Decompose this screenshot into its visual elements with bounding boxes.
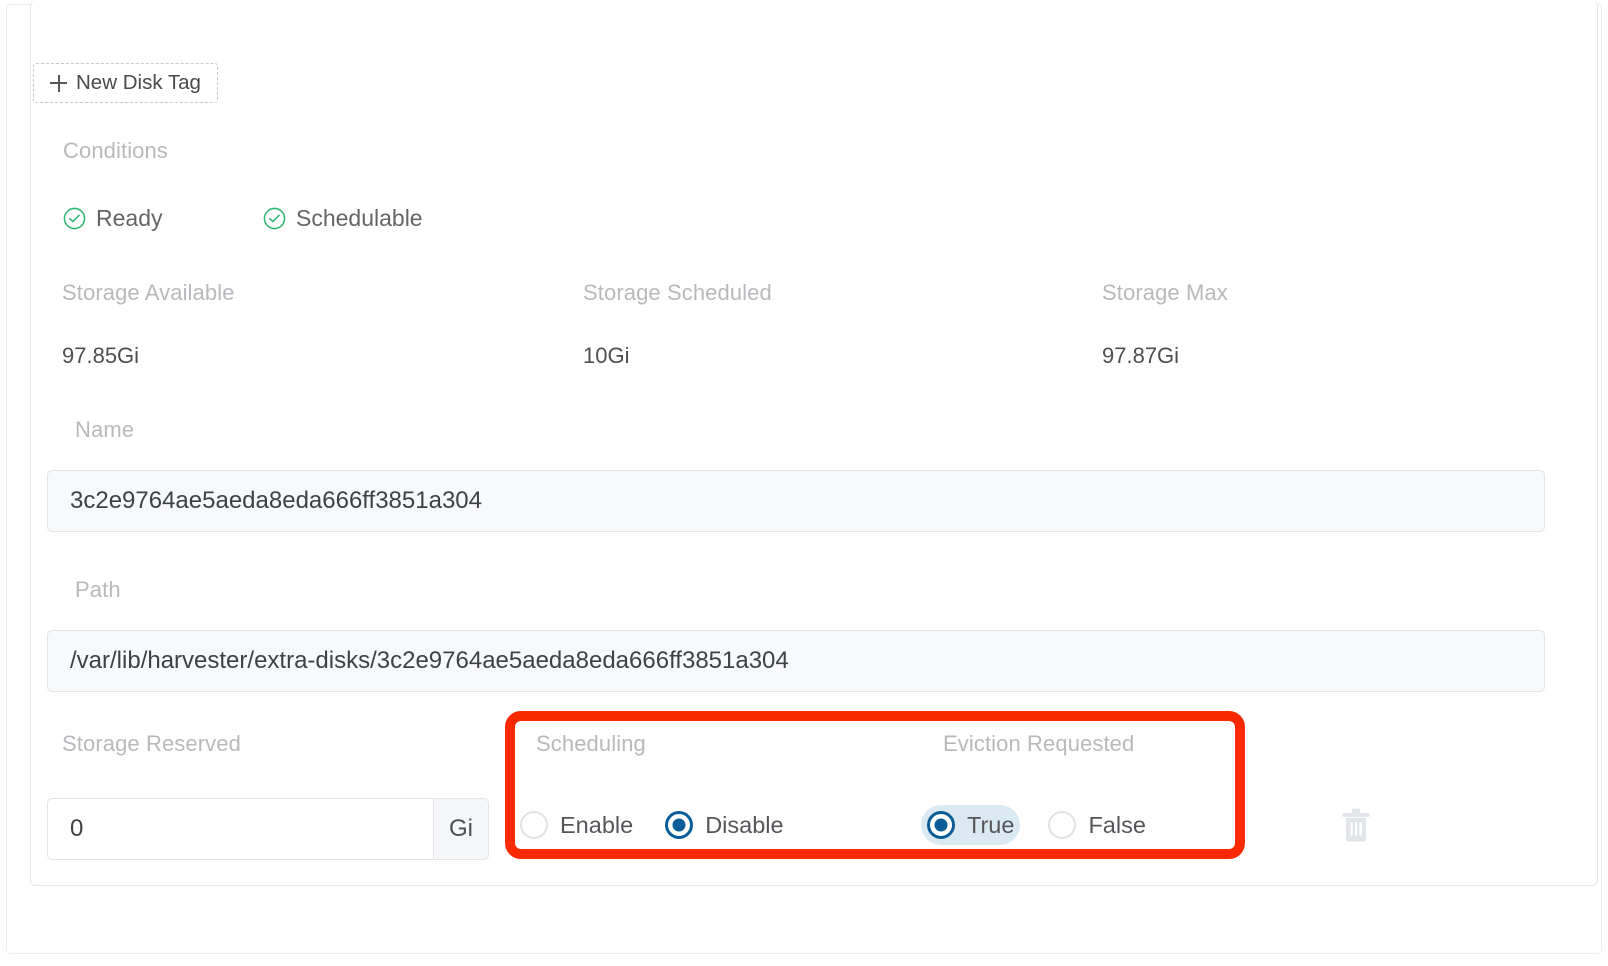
disk-panel xyxy=(30,0,1598,886)
storage-scheduled-label: Storage Scheduled xyxy=(583,280,772,305)
eviction-option-false[interactable]: False xyxy=(1042,805,1151,845)
path-field-label: Path xyxy=(75,577,121,602)
name-field-label: Name xyxy=(75,417,135,442)
storage-reserved-input[interactable]: 0 xyxy=(47,798,433,860)
check-circle-icon xyxy=(63,207,86,230)
radio-icon-selected xyxy=(927,811,955,839)
plus-icon xyxy=(50,74,67,92)
radio-icon-selected xyxy=(665,811,694,839)
condition-label: Schedulable xyxy=(296,205,423,231)
storage-max-label: Storage Max xyxy=(1102,280,1228,305)
condition-ready: Ready xyxy=(63,205,162,232)
storage-reserved-label: Storage Reserved xyxy=(62,731,241,756)
radio-icon xyxy=(520,811,548,839)
disk-detail-page: New Disk Tag Conditions Ready Schedulabl… xyxy=(0,0,1608,966)
eviction-requested-label: Eviction Requested xyxy=(943,731,1135,756)
storage-reserved-group: 0 Gi xyxy=(47,798,489,860)
storage-available-label: Storage Available xyxy=(62,280,235,305)
condition-schedulable: Schedulable xyxy=(263,205,423,232)
scheduling-radio-group: Enable Disable xyxy=(514,805,790,845)
scheduling-option-label: Disable xyxy=(705,811,784,838)
storage-max-value: 97.87Gi xyxy=(1102,343,1180,368)
scheduling-option-disable[interactable]: Disable xyxy=(659,805,789,845)
scheduling-option-enable[interactable]: Enable xyxy=(514,805,639,845)
eviction-option-label: False xyxy=(1088,811,1146,838)
radio-icon xyxy=(1048,811,1077,839)
storage-reserved-unit: Gi xyxy=(433,798,489,860)
delete-disk-button[interactable] xyxy=(1338,806,1374,846)
new-disk-tag-label: New Disk Tag xyxy=(76,71,201,94)
eviction-requested-radio-group: True False xyxy=(921,805,1152,845)
storage-available-value: 97.85Gi xyxy=(62,343,140,368)
scheduling-option-label: Enable xyxy=(560,811,634,838)
trash-icon xyxy=(1342,808,1370,842)
eviction-option-label: True xyxy=(967,811,1015,838)
storage-scheduled-value: 10Gi xyxy=(583,343,630,368)
scheduling-label: Scheduling xyxy=(536,731,646,756)
name-input[interactable]: 3c2e9764ae5aeda8eda666ff3851a304 xyxy=(47,470,1545,532)
path-input[interactable]: /var/lib/harvester/extra-disks/3c2e9764a… xyxy=(47,630,1545,692)
eviction-option-true[interactable]: True xyxy=(921,805,1021,845)
conditions-section-label: Conditions xyxy=(63,138,168,163)
new-disk-tag-button[interactable]: New Disk Tag xyxy=(33,63,218,103)
check-circle-icon xyxy=(263,207,286,230)
condition-label: Ready xyxy=(96,205,163,231)
